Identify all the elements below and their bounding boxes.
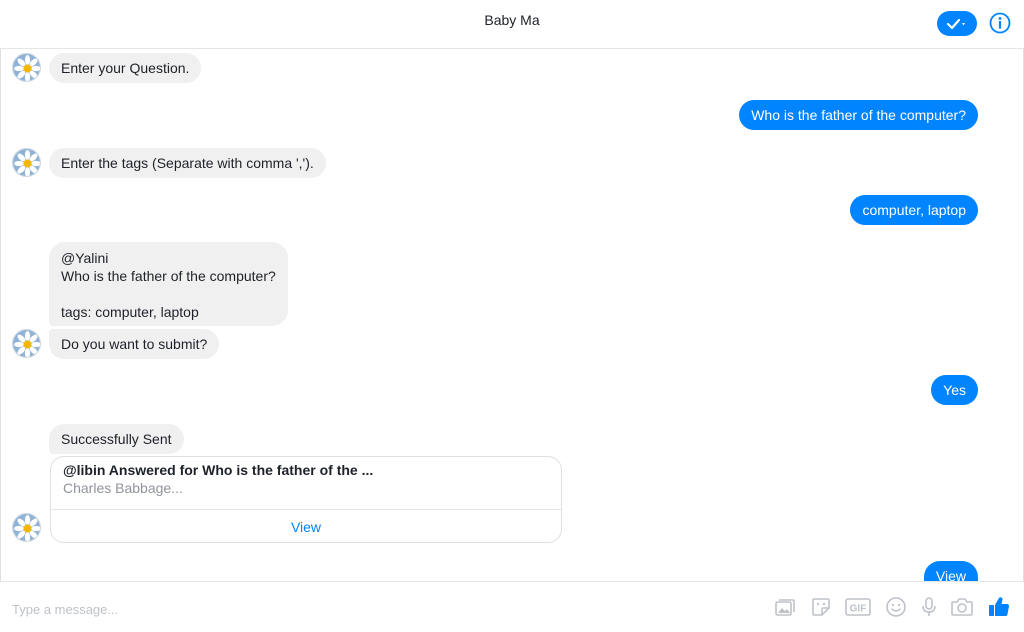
conversation-header: Baby Ma [0, 0, 1024, 49]
sticker-button[interactable] [809, 595, 833, 619]
outgoing-message: computer, laptop [850, 195, 978, 225]
gif-icon: GIF [845, 598, 871, 616]
info-button[interactable] [989, 12, 1011, 34]
message-input[interactable]: Type a message... [12, 602, 118, 617]
contact-avatar [12, 148, 41, 177]
mark-done-button[interactable] [937, 11, 977, 36]
camera-button[interactable] [950, 595, 974, 619]
contact-avatar [12, 513, 41, 542]
conversation-title: Baby Ma [484, 12, 540, 28]
outgoing-message: View [923, 561, 978, 581]
microphone-icon [922, 597, 936, 616]
answer-card: @libin Answered for Who is the father of… [50, 456, 562, 543]
emoji-icon [886, 597, 906, 617]
contact-avatar [12, 329, 41, 358]
emoji-button[interactable] [884, 595, 908, 619]
answer-card-title: @libin Answered for Who is the father of… [63, 462, 374, 478]
svg-text:GIF: GIF [850, 604, 867, 615]
outgoing-message: Who is the father of the computer? [739, 100, 978, 130]
image-icon [775, 599, 795, 616]
outgoing-message: Yes [931, 375, 978, 405]
camera-icon [951, 598, 973, 616]
contact-avatar [12, 53, 41, 82]
image-button[interactable] [773, 595, 797, 619]
answer-card-subtitle: Charles Babbage... [63, 480, 183, 496]
checkmark-icon [946, 18, 965, 29]
info-icon [989, 12, 1011, 34]
incoming-message: Do you want to submit? [49, 329, 220, 359]
gif-button[interactable]: GIF [845, 595, 871, 619]
incoming-message: Successfully Sent [49, 424, 184, 454]
message-composer: Type a message... GIF [0, 581, 1024, 632]
card-view-button[interactable]: View [51, 519, 561, 535]
voice-button[interactable] [917, 595, 941, 619]
incoming-message-summary: @Yalini Who is the father of the compute… [49, 242, 288, 326]
incoming-message: Enter your Question. [49, 53, 202, 83]
card-divider [51, 509, 561, 510]
sticker-icon [812, 598, 830, 616]
like-icon [989, 597, 1010, 616]
incoming-message: Enter the tags (Separate with comma ',')… [49, 148, 326, 178]
like-button[interactable] [987, 595, 1011, 619]
